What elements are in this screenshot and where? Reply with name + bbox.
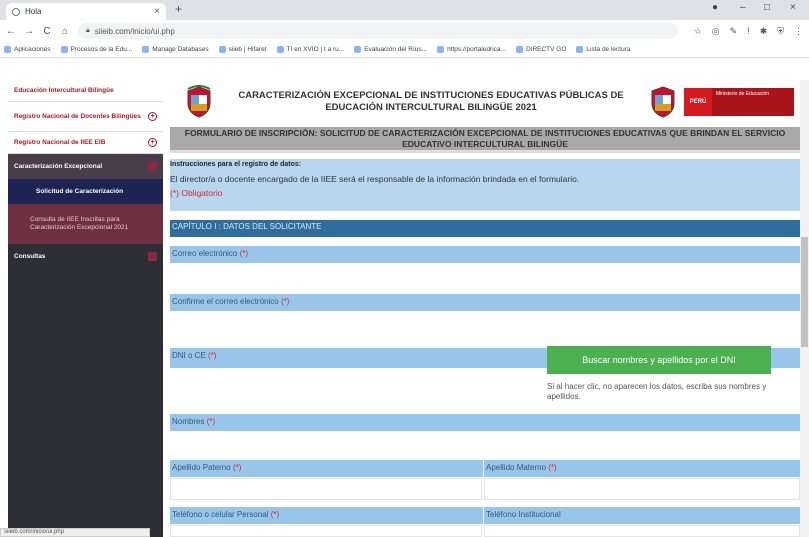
reading-list[interactable]: Lista de lectura: [576, 46, 631, 53]
bookmark-icon: [218, 46, 226, 53]
bookmark-item[interactable]: TI en XVIO | t a ru...: [276, 46, 344, 53]
phone-inst-field[interactable]: [484, 525, 800, 537]
dni-label: DNI o CE (*): [170, 348, 540, 368]
phone-inst-label: Teléfono Institucional: [484, 507, 800, 524]
bookmark-item[interactable]: DIRECTV GO: [515, 46, 566, 53]
bookmark-item[interactable]: Manage Databases: [142, 46, 209, 53]
paternal-label: Apellido Paterno (*): [170, 460, 483, 477]
scrollbar-thumb[interactable]: [801, 237, 808, 347]
url-field[interactable]: 🔒︎ siieib.com/inicio/ui.php: [78, 23, 678, 39]
ministry-logo: PERÚ Ministerio de Educación: [684, 88, 794, 116]
instructions-text: El director/a o docente encargado de la …: [170, 174, 580, 184]
puzzle-icon[interactable]: ✱: [760, 26, 768, 37]
phone-personal-field[interactable]: [170, 525, 482, 537]
sidebar-subitem-solicitud[interactable]: Solicitud de Caracterización: [8, 179, 163, 204]
maximize-icon[interactable]: □: [764, 2, 770, 13]
bookmark-icon: [437, 46, 445, 53]
phone-personal-label: Teléfono o celular Personal (*): [170, 507, 483, 524]
required-note: (*) Obligatorio: [170, 188, 223, 198]
peru-crest-icon: [187, 85, 211, 118]
url-text: siieib.com/inicio/ui.php: [94, 26, 175, 36]
expand-icon: [148, 251, 157, 261]
home-icon[interactable]: ⌂: [60, 26, 70, 37]
sidebar-item-docentes[interactable]: Registro Nacional de Docentes Bilingües …: [8, 102, 163, 132]
names-label: Nombres (*): [170, 414, 800, 431]
sidebar-item-caracterizacion[interactable]: Caracterización Excepcional: [8, 154, 163, 179]
pen-icon[interactable]: ✎: [730, 26, 738, 37]
status-bar: siieib.com/inicio/ui.php: [0, 528, 150, 537]
back-icon[interactable]: ←: [6, 26, 16, 37]
expand-icon: +: [148, 138, 157, 147]
sidebar-subitem-consulta[interactable]: Consulta de IIEE Inscritas para Caracter…: [8, 204, 163, 244]
extension-icon[interactable]: ◎: [712, 26, 720, 37]
shield-icon[interactable]: ⛨: [777, 26, 784, 37]
profile-icon[interactable]: ●: [712, 2, 718, 13]
sidebar-item-consultas[interactable]: Consultas: [8, 244, 163, 268]
sidebar-item-iiee[interactable]: Registro Nacional de IIEE EIB +: [8, 132, 163, 154]
close-window-icon[interactable]: ×: [790, 2, 796, 13]
bookmark-item[interactable]: https://portaledrica...: [437, 46, 506, 53]
expand-icon: +: [148, 112, 157, 121]
lock-icon: 🔒︎: [86, 27, 90, 34]
email-label: Correo electrónico (*): [170, 246, 800, 263]
pin-icon[interactable]: !: [747, 26, 750, 37]
instructions-title: Instrucciones para el registro de datos:: [170, 161, 302, 168]
search-hint: Si al hacer clic, no aparecen los datos,…: [547, 382, 767, 402]
bookmark-icon: [276, 46, 284, 53]
email-field[interactable]: [170, 264, 800, 294]
form-heading: FORMULARIO DE INSCRIPCIÓN: SOLICITUD DE …: [170, 127, 800, 153]
paternal-field[interactable]: [170, 478, 482, 500]
reading-list-icon: [576, 46, 584, 53]
bookmark-item[interactable]: siieb | Hifaret: [218, 46, 267, 53]
chapter-heading: CAPÍTULO I : DATOS DEL SOLICITANTE: [170, 220, 800, 237]
close-icon[interactable]: ×: [154, 6, 160, 17]
search-dni-button[interactable]: Buscar nombres y apellidos por el DNI: [547, 346, 771, 374]
names-field[interactable]: [170, 432, 800, 460]
extension-icons: ☆ ◎ ✎ ! ✱ ⛨ ⋮: [694, 26, 803, 37]
bookmark-item[interactable]: Evaluación del Ríus...: [354, 46, 427, 53]
address-bar-row: ← → C ⌂ 🔒︎ siieib.com/inicio/ui.php ☆ ◎ …: [0, 20, 809, 42]
minimize-icon[interactable]: –: [740, 2, 746, 13]
instructions-panel: Instrucciones para el registro de datos:…: [170, 159, 800, 211]
bookmark-icon: [142, 46, 150, 53]
forward-icon[interactable]: →: [24, 26, 34, 37]
sidebar: Educación Intercultural Bilingüe Registr…: [8, 80, 163, 537]
page-title: CARACTERIZACIÓN EXCEPCIONAL DE INSTITUCI…: [238, 89, 624, 113]
reload-icon[interactable]: C: [42, 26, 52, 37]
bookmarks-bar: Aplicaciones Procesos de la Edu... Manag…: [0, 42, 809, 58]
bookmark-icon: [354, 46, 362, 53]
globe-icon: [12, 7, 20, 16]
browser-tab-strip: Hola × + ● – □ ×: [0, 0, 809, 20]
browser-tab[interactable]: Hola ×: [6, 3, 166, 20]
apps-icon: [4, 46, 11, 53]
tab-title: Hola: [25, 7, 42, 16]
email-confirm-field[interactable]: [170, 312, 800, 342]
maternal-field[interactable]: [484, 478, 800, 500]
new-tab-icon[interactable]: +: [175, 2, 182, 16]
sidebar-item-eib[interactable]: Educación Intercultural Bilingüe: [8, 80, 163, 102]
collapse-icon: [148, 162, 157, 171]
bookmark-item[interactable]: Aplicaciones: [4, 46, 51, 53]
email-confirm-label: Confirme el correo electrónico (*): [170, 294, 800, 311]
bookmark-icon: [515, 46, 523, 53]
menu-icon[interactable]: ⋮: [794, 26, 803, 37]
peru-crest-icon: [651, 86, 675, 118]
star-icon[interactable]: ☆: [694, 26, 702, 37]
bookmark-item[interactable]: Procesos de la Edu...: [60, 46, 132, 53]
maternal-label: Apellido Materno (*): [484, 460, 800, 477]
dni-field[interactable]: [170, 370, 540, 406]
page-header: CARACTERIZACIÓN EXCEPCIONAL DE INSTITUCI…: [170, 78, 800, 126]
bookmark-icon: [60, 46, 68, 53]
